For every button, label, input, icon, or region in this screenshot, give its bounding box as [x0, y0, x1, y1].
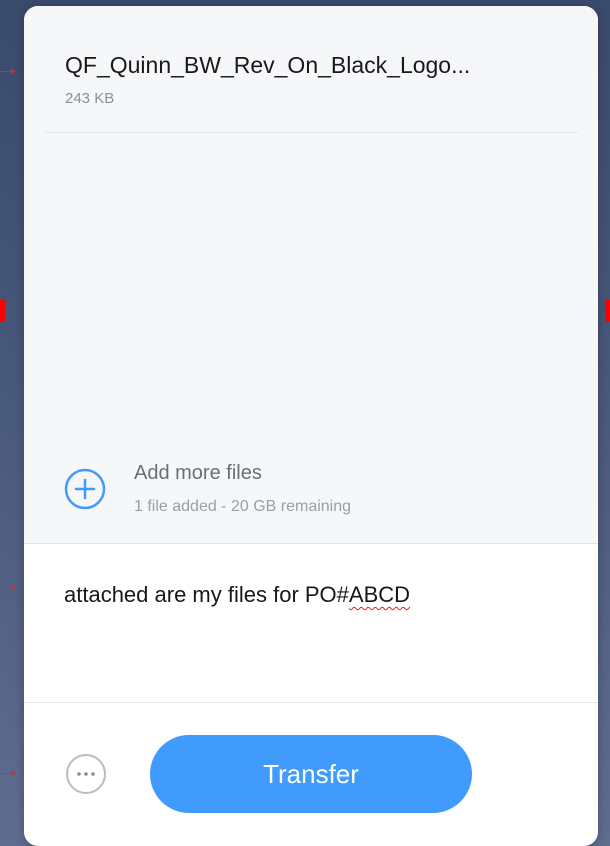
message-field[interactable]: attached are my files for PO#ABCD: [24, 543, 598, 703]
more-options-button[interactable]: [64, 752, 108, 796]
add-more-files-label: Add more files: [134, 462, 262, 484]
message-text: attached are my files for PO#ABCD: [64, 582, 410, 608]
edge-marker-left: [0, 300, 5, 322]
file-item[interactable]: QF_Quinn_BW_Rev_On_Black_Logo... 243 KB: [45, 6, 578, 133]
file-list: QF_Quinn_BW_Rev_On_Black_Logo... 243 KB …: [24, 6, 598, 543]
edge-marker-right: [605, 300, 610, 322]
files-added-status: 1 file added - 20 GB remaining: [134, 498, 352, 515]
misspelled-word: ABCD: [348, 582, 411, 607]
add-more-files-button[interactable]: Add more files 1 file added - 20 GB rema…: [64, 458, 484, 528]
annotation-arrow-footer: [0, 770, 16, 776]
annotation-arrow-message: [0, 584, 16, 590]
plus-circle-icon: [64, 468, 106, 510]
annotation-arrow-file: [0, 68, 16, 74]
file-name: QF_Quinn_BW_Rev_On_Black_Logo...: [65, 52, 471, 78]
transfer-button[interactable]: Transfer: [150, 735, 472, 813]
file-size: 243 KB: [65, 90, 115, 107]
message-text-prefix: attached are my files for PO#: [64, 582, 349, 607]
transfer-panel: QF_Quinn_BW_Rev_On_Black_Logo... 243 KB …: [24, 6, 598, 846]
footer: Transfer: [24, 702, 598, 846]
